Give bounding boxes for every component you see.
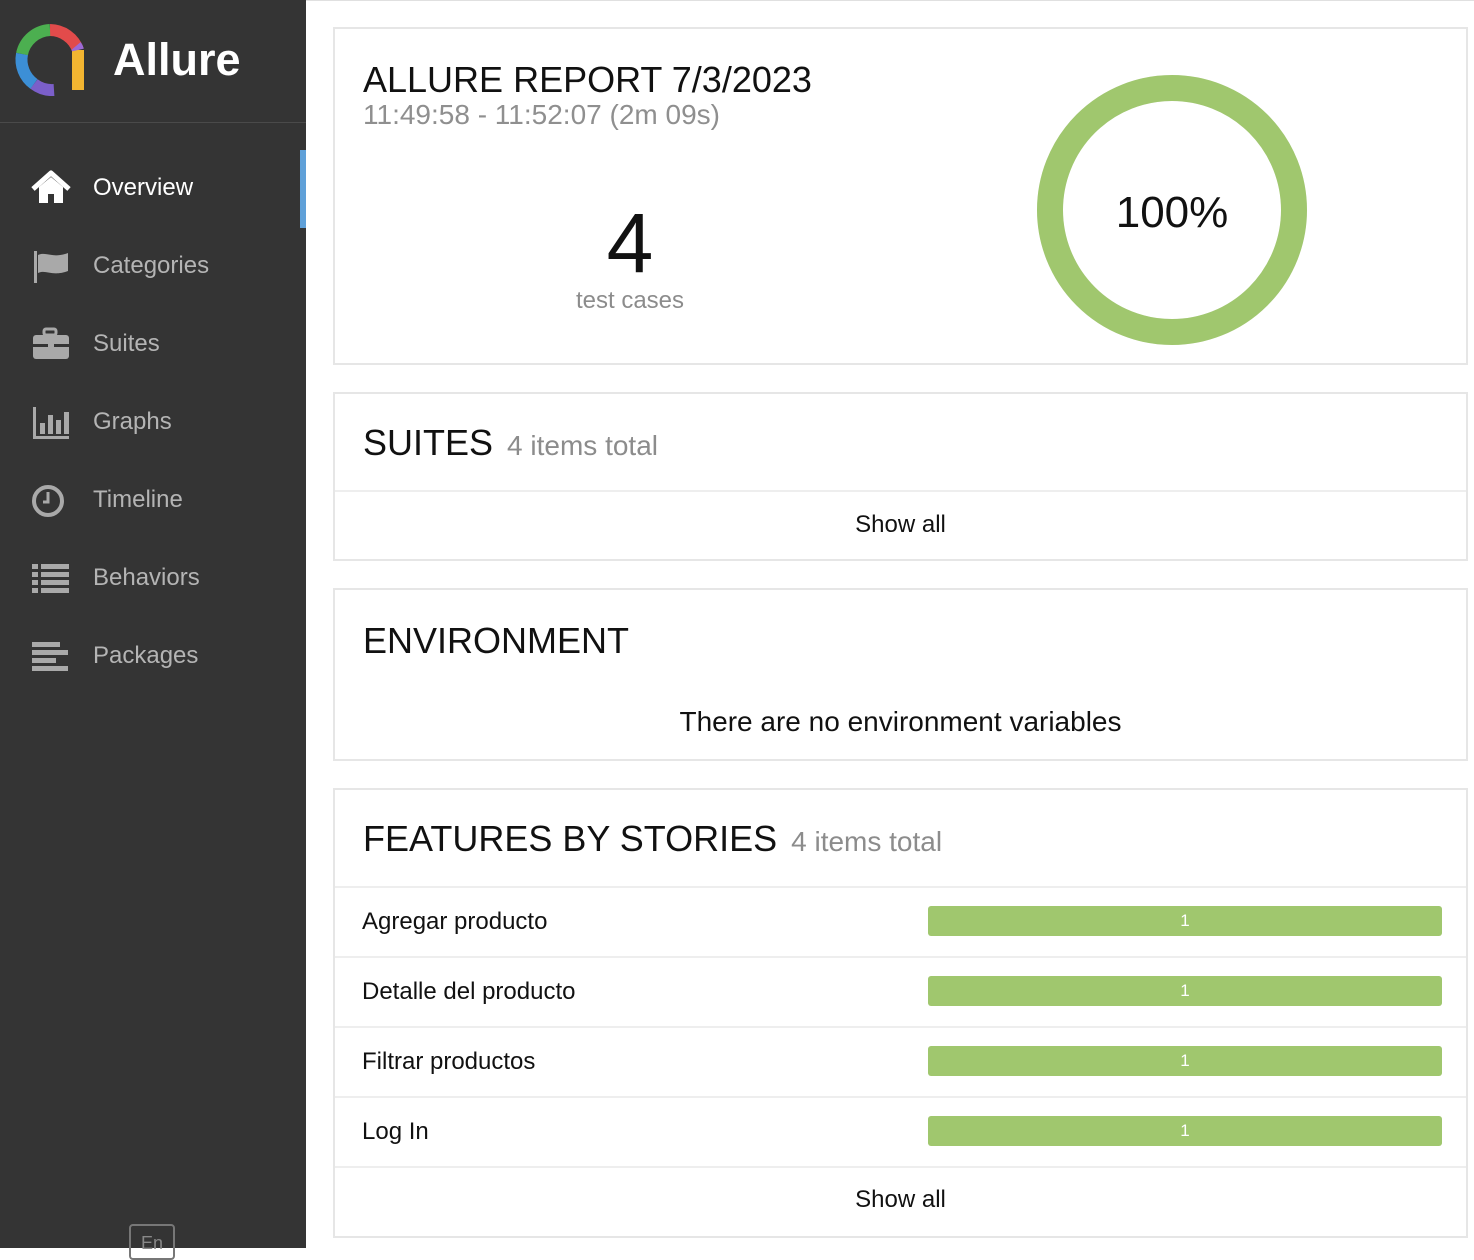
feature-name: Agregar producto [362,908,548,935]
main-content: ALLURE REPORT 7/3/2023 11:49:58 - 11:52:… [306,0,1474,1248]
brand-header: Allure [0,0,306,123]
sidebar-item-suites[interactable]: Suites [0,306,306,384]
clock-icon [32,485,64,517]
feature-passed-bar: 1 [928,906,1442,936]
sidebar-item-behaviors[interactable]: Behaviors [0,540,306,618]
flag-icon [34,251,68,283]
list-icon [32,564,69,593]
align-left-icon [32,642,68,671]
sidebar-item-overview[interactable]: Overview [0,150,306,228]
sidebar: Allure Overview Categories Suites Graphs… [0,0,306,1260]
test-count-caption: test cases [575,287,685,314]
sidebar-item-categories[interactable]: Categories [0,228,306,306]
suites-title: SUITES 4 items total [363,422,658,464]
feature-name: Filtrar productos [362,1048,536,1075]
summary-card: ALLURE REPORT 7/3/2023 11:49:58 - 11:52:… [333,27,1468,365]
home-icon [31,170,71,203]
features-count: 4 items total [791,826,943,857]
report-title: ALLURE REPORT 7/3/2023 [363,59,812,100]
sidebar-item-label: Packages [93,642,199,669]
feature-name: Log In [362,1118,429,1145]
suites-show-all-button[interactable]: Show all [335,511,1466,539]
app-name: Allure [113,34,241,85]
feature-row[interactable]: Agregar producto 1 [335,888,1466,958]
sidebar-item-label: Graphs [93,408,172,435]
feature-passed-bar: 1 [928,976,1442,1006]
feature-row[interactable]: Log In 1 [335,1098,1466,1168]
environment-empty-message: There are no environment variables [679,706,1122,737]
sidebar-item-label: Overview [93,174,194,201]
feature-passed-bar: 1 [928,1116,1442,1146]
divider [335,1166,1466,1168]
suites-heading: SUITES [363,422,494,463]
sidebar-nav: Overview Categories Suites Graphs Timeli… [0,150,306,696]
sidebar-item-label: Suites [93,330,160,357]
environment-card: ENVIRONMENT There are no environment var… [333,588,1468,761]
sidebar-item-graphs[interactable]: Graphs [0,384,306,462]
sidebar-item-label: Timeline [93,486,183,513]
feature-name: Detalle del producto [362,978,576,1005]
suites-card: SUITES 4 items total Show all [333,392,1468,561]
language-switcher[interactable]: En [129,1224,175,1260]
suites-count: 4 items total [507,430,658,461]
allure-logo-icon [15,24,84,96]
pass-rate-donut[interactable]: 100% [1035,73,1309,347]
feature-passed-bar: 1 [928,1046,1442,1076]
features-heading: FEATURES BY STORIES [363,818,778,859]
pass-rate-label: 100% [1116,188,1229,237]
report-time-range: 11:49:58 - 11:52:07 (2m 09s) [363,99,720,130]
sidebar-item-label: Categories [93,252,210,279]
feature-row[interactable]: Detalle del producto 1 [335,958,1466,1028]
briefcase-icon [33,327,69,359]
environment-title: ENVIRONMENT [363,620,630,661]
divider [335,490,1466,492]
sidebar-item-packages[interactable]: Packages [0,618,306,696]
sidebar-item-timeline[interactable]: Timeline [0,462,306,540]
test-count: 4 [606,196,654,290]
features-title: FEATURES BY STORIES 4 items total [363,818,942,860]
bar-chart-icon [33,407,69,439]
features-card: FEATURES BY STORIES 4 items total Agrega… [333,788,1468,1238]
top-divider [306,0,1474,1]
feature-row[interactable]: Filtrar productos 1 [335,1028,1466,1098]
sidebar-item-label: Behaviors [93,564,200,591]
features-show-all-button[interactable]: Show all [335,1186,1466,1214]
